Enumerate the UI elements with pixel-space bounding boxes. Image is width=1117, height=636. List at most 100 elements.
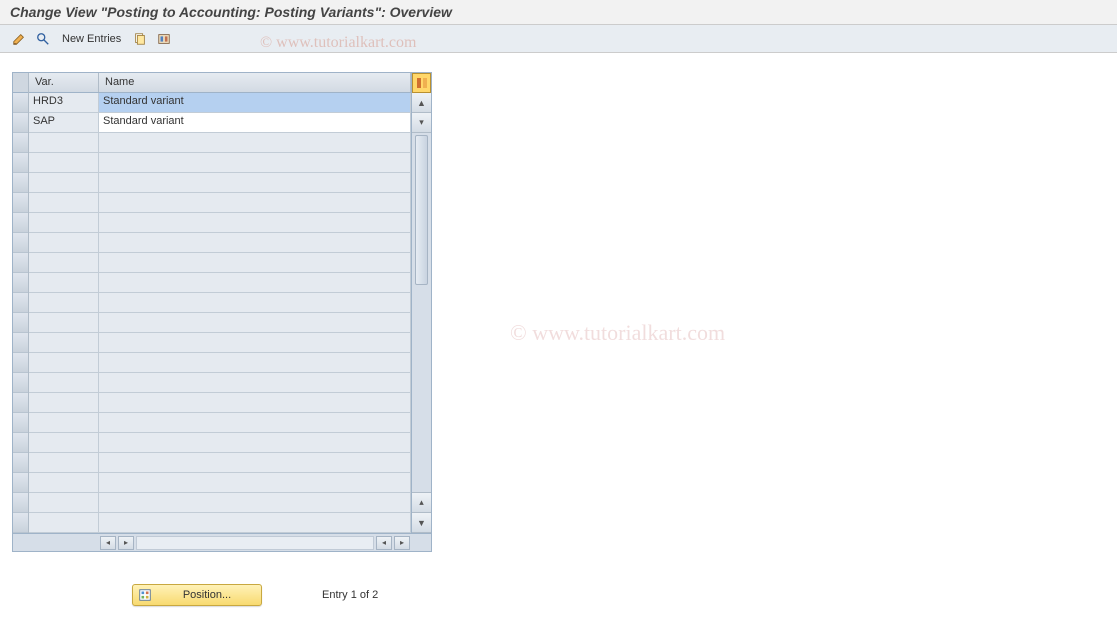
table-row[interactable]	[29, 133, 411, 153]
row-selector[interactable]	[13, 473, 28, 493]
cell-name[interactable]	[99, 293, 411, 312]
table-row[interactable]	[29, 333, 411, 353]
cell-name[interactable]	[99, 433, 411, 452]
new-entries-button[interactable]: New Entries	[58, 31, 125, 47]
row-selector-header[interactable]	[13, 73, 28, 93]
cell-name[interactable]	[99, 193, 411, 212]
row-selector[interactable]	[13, 133, 28, 153]
cell-var[interactable]: SAP	[29, 113, 99, 132]
table-row[interactable]	[29, 433, 411, 453]
delete-icon[interactable]	[155, 30, 173, 48]
cell-name[interactable]	[99, 353, 411, 372]
table-row[interactable]	[29, 493, 411, 513]
cell-name[interactable]	[99, 173, 411, 192]
vertical-scroll-thumb[interactable]	[415, 135, 428, 285]
column-header-var[interactable]: Var.	[29, 73, 99, 92]
row-selector[interactable]	[13, 453, 28, 473]
table-row[interactable]	[29, 473, 411, 493]
cell-name[interactable]: Standard variant	[99, 93, 411, 112]
table-row[interactable]	[29, 393, 411, 413]
row-selector[interactable]	[13, 493, 28, 513]
cell-var[interactable]	[29, 213, 99, 232]
cell-name[interactable]	[99, 453, 411, 472]
table-row[interactable]: SAPStandard variant	[29, 113, 411, 133]
copy-as-icon[interactable]	[131, 30, 149, 48]
row-selector[interactable]	[13, 253, 28, 273]
cell-var[interactable]	[29, 193, 99, 212]
cell-name[interactable]	[99, 133, 411, 152]
table-row[interactable]	[29, 513, 411, 533]
hscroll-left-button[interactable]: ▸	[118, 536, 134, 550]
cell-var[interactable]: HRD3	[29, 93, 99, 112]
cell-var[interactable]	[29, 233, 99, 252]
row-selector[interactable]	[13, 513, 28, 533]
column-header-name[interactable]: Name	[99, 73, 411, 92]
scroll-down-button[interactable]: ▼	[412, 513, 431, 533]
cell-var[interactable]	[29, 513, 99, 532]
cell-name[interactable]	[99, 253, 411, 272]
cell-var[interactable]	[29, 393, 99, 412]
cell-var[interactable]	[29, 273, 99, 292]
row-selector[interactable]	[13, 233, 28, 253]
cell-name[interactable]	[99, 413, 411, 432]
row-selector[interactable]	[13, 193, 28, 213]
row-selector[interactable]	[13, 313, 28, 333]
table-row[interactable]	[29, 353, 411, 373]
table-row[interactable]	[29, 233, 411, 253]
row-selector[interactable]	[13, 153, 28, 173]
table-row[interactable]	[29, 253, 411, 273]
cell-var[interactable]	[29, 493, 99, 512]
table-row[interactable]	[29, 293, 411, 313]
cell-var[interactable]	[29, 153, 99, 172]
cell-var[interactable]	[29, 253, 99, 272]
table-row[interactable]: HRD3Standard variant	[29, 93, 411, 113]
cell-name[interactable]	[99, 493, 411, 512]
vertical-scrollbar[interactable]	[412, 133, 431, 493]
row-selector[interactable]	[13, 333, 28, 353]
cell-name[interactable]	[99, 153, 411, 172]
table-row[interactable]	[29, 373, 411, 393]
row-selector[interactable]	[13, 373, 28, 393]
table-row[interactable]	[29, 173, 411, 193]
cell-var[interactable]	[29, 293, 99, 312]
table-row[interactable]	[29, 213, 411, 233]
row-selector[interactable]	[13, 393, 28, 413]
table-row[interactable]	[29, 273, 411, 293]
hscroll-track[interactable]	[136, 536, 374, 550]
row-selector[interactable]	[13, 213, 28, 233]
toggle-display-change-icon[interactable]	[10, 30, 28, 48]
cell-var[interactable]	[29, 353, 99, 372]
cell-name[interactable]: Standard variant	[99, 113, 411, 132]
cell-var[interactable]	[29, 373, 99, 392]
table-row[interactable]	[29, 153, 411, 173]
scroll-down-step-button[interactable]: ▴	[412, 493, 431, 513]
cell-var[interactable]	[29, 453, 99, 472]
row-selector[interactable]	[13, 433, 28, 453]
row-selector[interactable]	[13, 273, 28, 293]
cell-name[interactable]	[99, 473, 411, 492]
cell-var[interactable]	[29, 433, 99, 452]
table-row[interactable]	[29, 413, 411, 433]
row-selector[interactable]	[13, 293, 28, 313]
cell-name[interactable]	[99, 213, 411, 232]
hscroll-first-button[interactable]: ◂	[100, 536, 116, 550]
row-selector[interactable]	[13, 93, 28, 113]
row-selector[interactable]	[13, 113, 28, 133]
table-row[interactable]	[29, 313, 411, 333]
table-settings-icon[interactable]	[412, 73, 431, 93]
row-selector[interactable]	[13, 413, 28, 433]
table-row[interactable]	[29, 453, 411, 473]
row-selector[interactable]	[13, 353, 28, 373]
cell-name[interactable]	[99, 513, 411, 532]
row-selector[interactable]	[13, 173, 28, 193]
cell-var[interactable]	[29, 413, 99, 432]
cell-name[interactable]	[99, 393, 411, 412]
details-icon[interactable]	[34, 30, 52, 48]
table-row[interactable]	[29, 193, 411, 213]
cell-name[interactable]	[99, 313, 411, 332]
hscroll-last-button[interactable]: ▸	[394, 536, 410, 550]
cell-var[interactable]	[29, 473, 99, 492]
hscroll-right-button[interactable]: ◂	[376, 536, 392, 550]
cell-name[interactable]	[99, 373, 411, 392]
cell-name[interactable]	[99, 273, 411, 292]
